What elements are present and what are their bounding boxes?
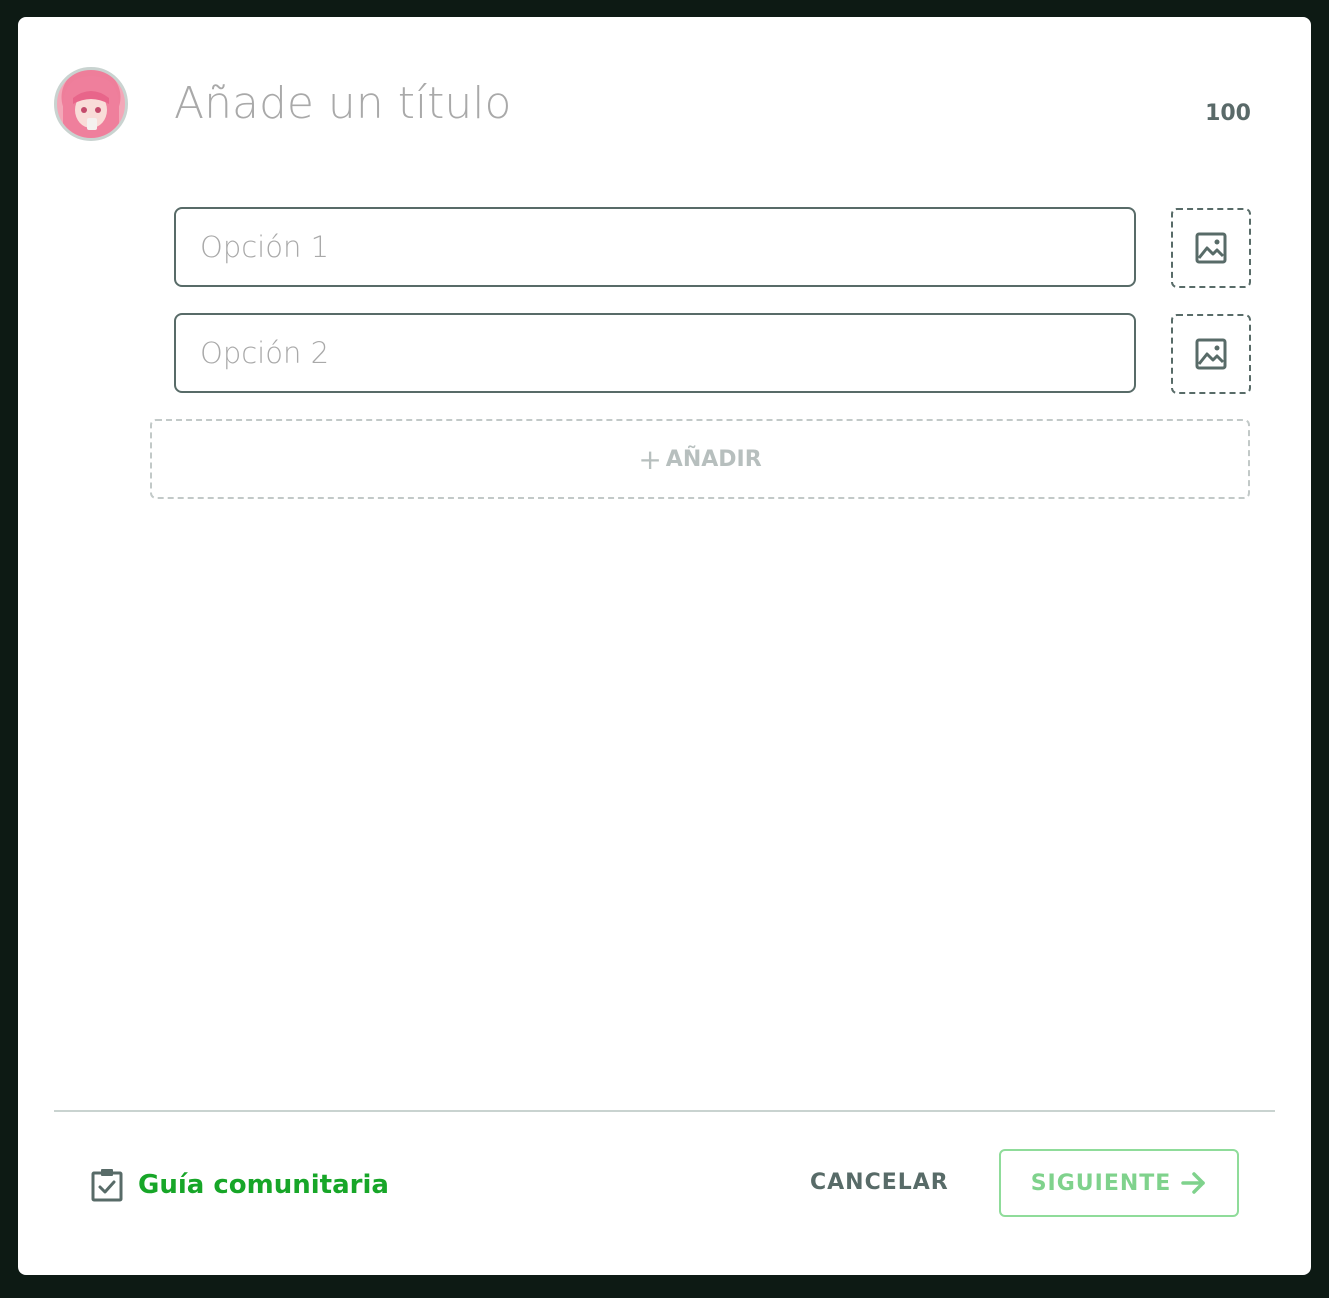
community-guide-link[interactable]: Guía comunitaria: [90, 1165, 389, 1205]
image-icon: [1195, 232, 1227, 264]
character-counter: 100: [1205, 101, 1251, 126]
add-option-button[interactable]: + AÑADIR: [150, 419, 1250, 499]
clipboard-check-icon: [91, 1169, 123, 1202]
next-label: SIGUIENTE: [1030, 1170, 1172, 1196]
footer-divider: [54, 1110, 1275, 1112]
user-avatar[interactable]: [54, 67, 128, 141]
option-1-image-button[interactable]: [1171, 208, 1251, 288]
arrow-right-icon: [1181, 1172, 1207, 1194]
title-input[interactable]: [174, 73, 1074, 133]
add-option-label: AÑADIR: [665, 446, 762, 472]
next-button[interactable]: SIGUIENTE: [999, 1149, 1239, 1217]
create-poll-modal: 100 + AÑADIR Guía comunitaria CANCELAR S…: [18, 17, 1311, 1275]
community-guide-label: Guía comunitaria: [138, 1170, 389, 1200]
option-2-input[interactable]: [174, 313, 1136, 393]
cancel-button[interactable]: CANCELAR: [810, 1163, 949, 1203]
plus-icon: +: [638, 442, 662, 476]
option-1-input[interactable]: [174, 207, 1136, 287]
image-icon: [1195, 338, 1227, 370]
option-2-image-button[interactable]: [1171, 314, 1251, 394]
